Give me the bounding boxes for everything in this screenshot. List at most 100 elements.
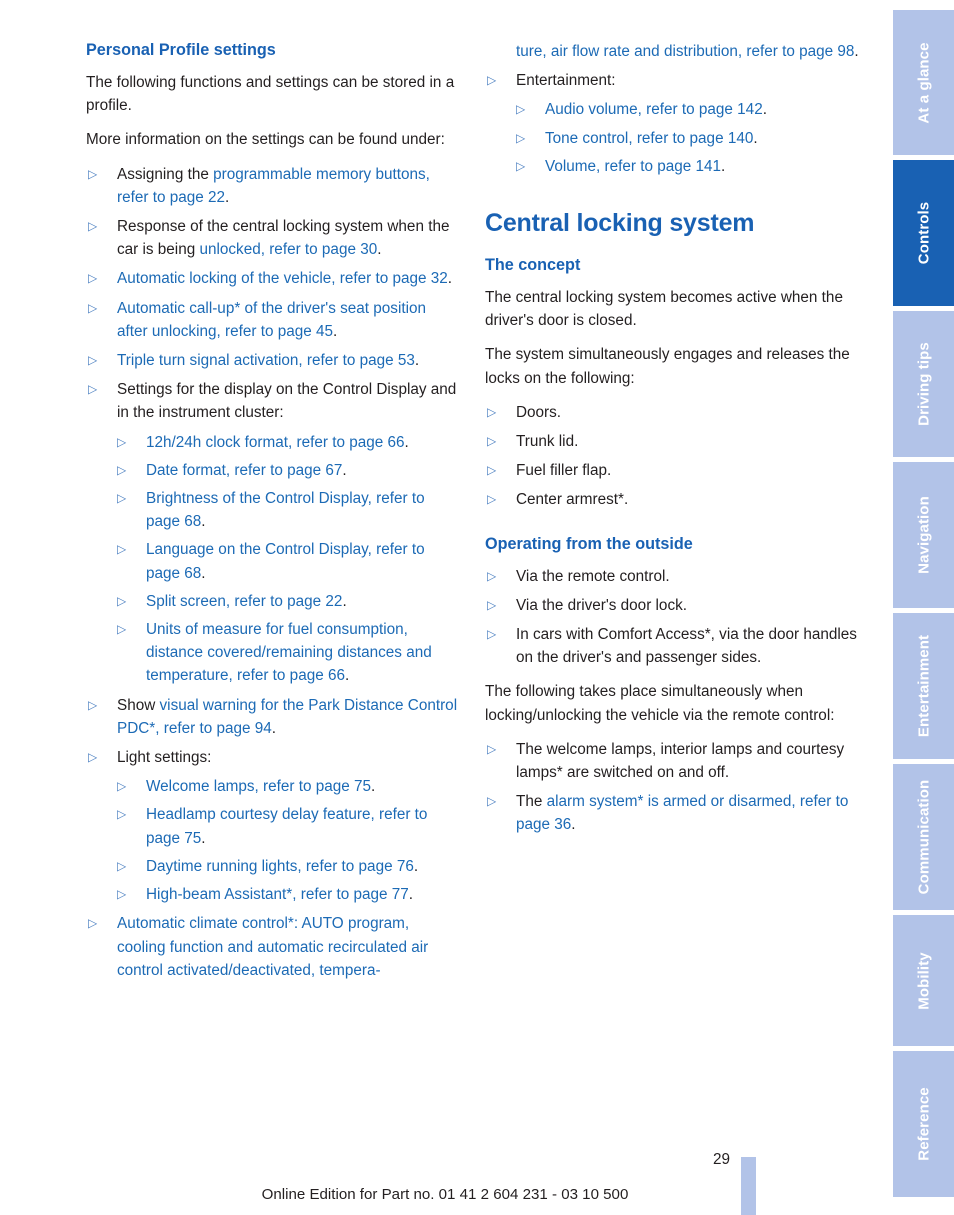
item-link[interactable]: unlocked, refer to page 30 [199,241,377,258]
list-item: ▷ Tone control, refer to page 140. [516,127,859,150]
light-settings-label: Light settings: [117,749,212,767]
tab-mobility[interactable]: Mobility [893,915,954,1046]
paragraph-simultaneous: The following takes place simultaneously… [485,683,835,724]
list-item: ▷ Headlamp courtesy delay feature, refer… [117,803,460,849]
operating-outside-list: ▷ Via the remote control. ▷ Via the driv… [485,565,859,670]
bullet-triangle-icon: ▷ [117,622,127,637]
list-item: ▷ Via the remote control. [485,565,859,588]
item-link[interactable]: ture, air flow rate and distribution, re… [516,43,854,60]
item-text: Via the remote control. [516,567,670,585]
item-suffix: . [201,564,206,582]
item-prefix: Show [117,696,160,714]
item-link[interactable]: Split screen, refer to page 22 [146,593,342,610]
list-item-entertainment: ▷ Entertainment: ▷ Audio volume, refer t… [485,69,859,178]
paragraph-concept-2: The system simultaneously engages and re… [485,346,850,387]
list-item: ▷ Brightness of the Control Display, ref… [117,487,460,533]
item-link[interactable]: Audio volume, refer to page 142 [545,101,763,118]
tab-label: Reference [915,1087,932,1161]
profile-settings-list: ▷ Assigning the programmable memory butt… [86,163,460,982]
display-settings-label: Settings for the display on the Control … [117,381,457,422]
list-item: ▷ Welcome lamps, refer to page 75. [117,775,460,798]
left-text-column: Personal Profile settings The following … [86,40,460,988]
tab-label: Controls [915,201,932,265]
item-suffix: . [753,129,758,147]
locks-list: ▷ Doors. ▷ Trunk lid. ▷ Fuel filler flap… [485,401,859,512]
bullet-triangle-icon: ▷ [487,794,497,809]
tab-at-a-glance[interactable]: At a glance [893,10,954,155]
bullet-triangle-icon: ▷ [487,741,497,756]
bullet-triangle-icon: ▷ [117,887,127,902]
item-link[interactable]: Volume, refer to page 141 [545,158,721,175]
list-item-light-settings: ▷ Light settings: ▷ Welcome lamps, refer… [86,746,460,906]
bullet-triangle-icon: ▷ [117,434,127,449]
climate-continuation: ture, air flow rate and distribution, re… [485,40,859,63]
item-link[interactable]: alarm system* is armed or disarmed, refe… [516,793,848,833]
item-suffix: . [201,829,206,847]
bullet-triangle-icon: ▷ [117,807,127,822]
list-item-display-settings: ▷ Settings for the display on the Contro… [86,378,460,687]
list-item: ▷ In cars with Comfort Access*, via the … [485,623,859,669]
item-link[interactable]: Date format, refer to page 67 [146,462,342,479]
list-item: ▷ Units of measure for fuel consumption,… [117,618,460,688]
item-text: Doors. [516,403,562,421]
item-link[interactable]: Brightness of the Control Display, refer… [146,490,425,530]
bullet-triangle-icon: ▷ [487,434,497,449]
entertainment-label: Entertainment: [516,72,616,90]
item-link[interactable]: Tone control, refer to page 140 [545,130,753,147]
paragraph-intro-1: The following functions and settings can… [86,74,455,115]
bullet-triangle-icon: ▷ [516,130,526,145]
tab-driving-tips[interactable]: Driving tips [893,311,954,457]
list-item: ▷ Fuel filler flap. [485,459,859,482]
page-number: 29 [712,1151,730,1168]
paragraph-intro-2: More information on the settings can be … [86,131,445,149]
footer-note: Online Edition for Part no. 01 41 2 604 … [261,1186,629,1203]
item-link[interactable]: Triple turn signal activation, refer to … [117,352,415,369]
bullet-triangle-icon: ▷ [117,858,127,873]
bullet-triangle-icon: ▷ [88,166,98,181]
item-text: Fuel filler flap. [516,462,612,480]
tab-communication[interactable]: Communication [893,764,954,910]
item-prefix: Assigning the [117,165,214,183]
item-link[interactable]: Automatic climate control*: AUTO program… [117,915,428,978]
item-suffix: . [225,188,230,206]
bullet-triangle-icon: ▷ [516,158,526,173]
tab-navigation[interactable]: Navigation [893,462,954,608]
tab-label: Mobility [915,951,932,1010]
item-link[interactable]: Automatic call-up* of the driver's seat … [117,300,426,340]
item-link[interactable]: Welcome lamps, refer to page 75 [146,778,371,795]
item-suffix: . [408,886,413,904]
item-link[interactable]: High-beam Assistant*, refer to page 77 [146,886,409,903]
item-link[interactable]: Units of measure for fuel consumption, d… [146,621,432,684]
item-link[interactable]: visual warning for the Park Distance Con… [117,697,457,737]
list-item: ▷ Automatic locking of the vehicle, refe… [86,267,460,290]
item-suffix: . [413,857,419,875]
bullet-triangle-icon: ▷ [487,568,497,583]
list-item: ▷ Daytime running lights, refer to page … [117,855,460,878]
item-link[interactable]: Headlamp courtesy delay feature, refer t… [146,806,427,846]
list-item: ▷ 12h/24h clock format, refer to page 66… [117,431,460,454]
bullet-triangle-icon: ▷ [88,382,98,397]
right-text-column: ture, air flow rate and distribution, re… [485,40,859,843]
bullet-triangle-icon: ▷ [117,593,127,608]
item-text: Trunk lid. [516,433,579,451]
item-suffix: . [404,433,409,451]
bullet-triangle-icon: ▷ [487,627,497,642]
tab-reference[interactable]: Reference [893,1051,954,1197]
light-settings-sublist: ▷ Welcome lamps, refer to page 75. ▷ Hea… [117,775,460,906]
item-link[interactable]: Language on the Control Display, refer t… [146,541,425,581]
list-item: ▷ Volume, refer to page 141. [516,155,859,178]
item-link[interactable]: Daytime running lights, refer to page 76 [146,858,414,875]
item-link[interactable]: Automatic locking of the vehicle, refer … [117,270,448,287]
bullet-triangle-icon: ▷ [117,462,127,477]
tab-controls[interactable]: Controls [893,160,954,306]
item-link[interactable]: 12h/24h clock format, refer to page 66 [146,434,405,451]
list-item: ▷ Response of the central locking system… [86,215,460,261]
bullet-triangle-icon: ▷ [487,463,497,478]
list-item: ▷ Assigning the programmable memory butt… [86,163,460,209]
item-suffix: . [447,270,453,288]
tab-entertainment[interactable]: Entertainment [893,613,954,759]
thumb-index-sidebar: At a glance Controls Driving tips Naviga… [893,0,954,1215]
tab-label: Communication [915,779,932,895]
list-item: ▷ Doors. [485,401,859,424]
bullet-triangle-icon: ▷ [487,597,497,612]
